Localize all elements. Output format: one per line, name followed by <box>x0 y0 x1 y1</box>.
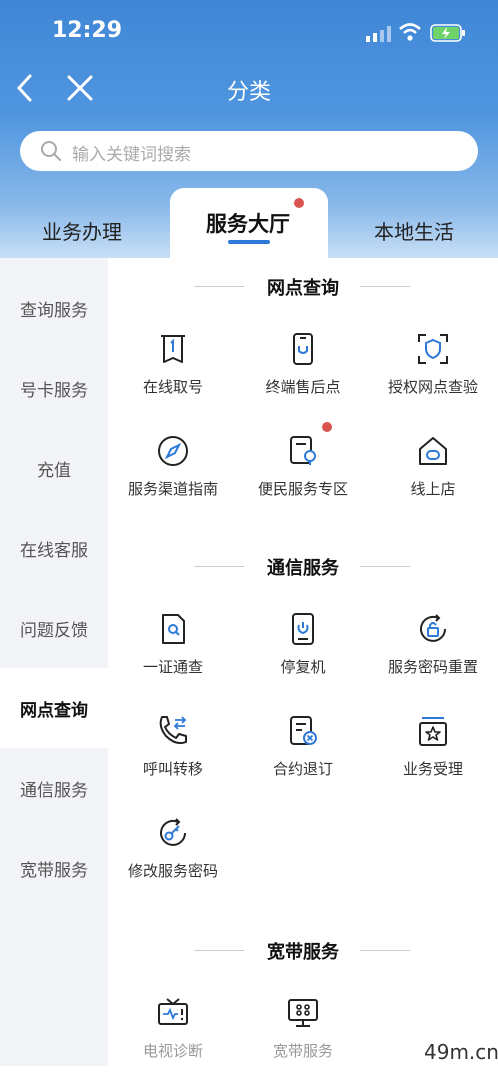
tab-active-indicator <box>228 240 270 244</box>
section-header: 通信服务 <box>108 552 498 582</box>
sidebar-item-recharge[interactable]: 充值 <box>0 428 108 508</box>
service-change-password[interactable]: 修改服务密码 <box>108 816 238 896</box>
queue-ticket-icon <box>161 335 185 363</box>
sidebar-item-telecom-service[interactable]: 通信服务 <box>0 748 108 828</box>
wifi-icon <box>399 23 421 41</box>
section-title: 网点查询 <box>267 278 339 299</box>
watermark: 49m.cn <box>424 1040 498 1064</box>
compass-icon <box>158 436 188 466</box>
section-title: 通信服务 <box>267 558 339 579</box>
phone-service-icon <box>293 333 313 365</box>
service-label: 线上店 <box>410 480 456 498</box>
service-online-queue[interactable]: 在线取号 <box>108 332 238 412</box>
service-zone-icon <box>290 436 316 465</box>
id-search-icon <box>162 614 185 644</box>
service-label: 在线取号 <box>142 378 203 396</box>
divider <box>360 950 410 951</box>
service-label: 服务渠道指南 <box>127 480 218 498</box>
section-title: 宽带服务 <box>267 942 339 963</box>
service-tv-diagnosis[interactable]: 电视诊断 <box>108 996 238 1076</box>
service-terminal-aftersale[interactable]: 终端售后点 <box>238 332 368 412</box>
service-id-query[interactable]: 一证通查 <box>108 612 238 692</box>
service-label: 停复机 <box>280 658 326 676</box>
service-convenience-zone[interactable]: 便民服务专区 <box>238 422 368 514</box>
service-call-forwarding[interactable]: 呼叫转移 <box>108 714 238 794</box>
tab-local-life[interactable]: 本地生活 <box>374 216 454 245</box>
service-label: 电视诊断 <box>142 1042 203 1060</box>
lock-reset-icon <box>420 614 446 642</box>
search-icon <box>41 141 61 161</box>
content-panel: 网点查询 在线取号 终端售后点 授权网点查验 服务渠道指南 便民服务专区 线上店… <box>108 258 498 1066</box>
sidebar-item-query-service[interactable]: 查询服务 <box>0 268 108 348</box>
service-online-store[interactable]: 线上店 <box>368 434 498 514</box>
service-contract-cancel[interactable]: 合约退订 <box>238 714 368 794</box>
sidebar-item-feedback[interactable]: 问题反馈 <box>0 588 108 668</box>
divider <box>360 286 410 287</box>
section-header: 网点查询 <box>108 272 498 302</box>
contract-cancel-icon <box>290 716 317 745</box>
notification-dot <box>294 198 304 208</box>
status-bar: 12:29 <box>0 18 498 48</box>
battery-charging-icon <box>430 24 465 42</box>
service-suspend-resume[interactable]: 停复机 <box>238 612 368 692</box>
status-time: 12:29 <box>52 18 123 43</box>
sidebar-item-broadband-service[interactable]: 宽带服务 <box>0 828 108 908</box>
service-channel-guide[interactable]: 服务渠道指南 <box>108 434 238 514</box>
service-business-acceptance[interactable]: 业务受理 <box>368 714 498 794</box>
call-forward-icon <box>159 716 187 745</box>
tab-service-hall[interactable]: 服务大厅 <box>170 188 328 258</box>
service-label: 宽带服务 <box>272 1042 333 1060</box>
search-placeholder: 输入关键词搜索 <box>72 145 191 165</box>
divider <box>360 566 410 567</box>
key-icon <box>160 818 186 846</box>
tv-diagnose-icon <box>158 998 188 1025</box>
header-background: 12:29 分类 输入关键词搜索 业务办理 服务大厅 本地生活 <box>0 0 498 258</box>
service-label: 一证通查 <box>142 658 203 676</box>
service-label: 服务密码重置 <box>387 658 478 676</box>
sidebar: 查询服务 号卡服务 充值 在线客服 问题反馈 网点查询 通信服务 宽带服务 <box>0 258 108 1066</box>
tab-bar: 业务办理 服务大厅 本地生活 <box>0 188 498 258</box>
cellular-signal-icon <box>366 26 391 42</box>
service-password-reset[interactable]: 服务密码重置 <box>368 612 498 692</box>
notification-dot <box>322 422 332 432</box>
sidebar-item-number-card[interactable]: 号卡服务 <box>0 348 108 428</box>
service-authorized-outlet-check[interactable]: 授权网点查验 <box>368 332 498 412</box>
service-label: 业务受理 <box>402 760 463 778</box>
store-icon <box>419 437 447 465</box>
nav-bar: 分类 <box>0 68 498 108</box>
tab-service-hall-label: 服务大厅 <box>206 212 290 236</box>
service-label: 合约退订 <box>272 760 333 778</box>
sidebar-item-outlet-query[interactable]: 网点查询 <box>0 668 108 748</box>
service-broadband[interactable]: 宽带服务 <box>238 996 368 1076</box>
phone-power-icon <box>292 613 314 645</box>
service-label: 授权网点查验 <box>387 378 478 396</box>
search-input[interactable]: 输入关键词搜索 <box>20 131 478 171</box>
page-title: 分类 <box>226 80 271 105</box>
service-label: 修改服务密码 <box>127 862 218 880</box>
star-box-icon <box>419 717 447 746</box>
shield-scan-icon <box>418 334 448 364</box>
service-label: 便民服务专区 <box>257 480 348 498</box>
tab-business[interactable]: 业务办理 <box>42 216 122 245</box>
service-label: 终端售后点 <box>265 378 341 396</box>
section-header: 宽带服务 <box>108 936 498 966</box>
service-label: 呼叫转移 <box>142 760 203 778</box>
sidebar-item-online-support[interactable]: 在线客服 <box>0 508 108 588</box>
broadband-icon <box>288 999 318 1027</box>
